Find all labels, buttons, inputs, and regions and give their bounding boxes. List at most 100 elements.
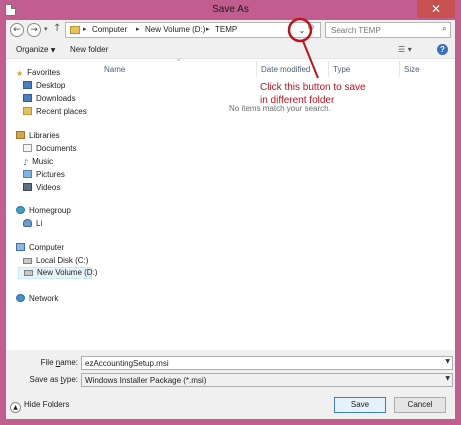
search-icon[interactable]: ⌕ [442,24,447,34]
computer-icon [16,243,25,251]
address-bar[interactable]: ▸ Computer ▸ New Volume (D:) ▸ TEMP ⌄ [65,22,321,38]
forward-button[interactable]: → [27,23,41,37]
sidebar-item-label: Downloads [36,94,76,103]
dialog-footer: ▲ Hide Folders Save Cancel [6,390,455,419]
column-divider[interactable] [328,61,329,77]
filetype-value: Windows Installer Package (*.msi) [85,376,207,385]
homegroup-icon [16,206,25,214]
sidebar-item-label: Videos [36,183,61,192]
column-divider[interactable] [399,61,400,77]
column-header-size[interactable]: Size [404,65,420,74]
filename-field[interactable]: ▼ [81,356,453,370]
save-button[interactable]: Save [334,397,386,413]
chevron-up-icon: ▲ [10,402,21,413]
network-icon [16,294,25,302]
sidebar-item-label: Pictures [36,170,65,179]
downloads-icon [23,94,32,102]
desktop-icon [23,81,32,89]
sidebar-group-label: Network [29,294,59,303]
save-as-dialog: Save As ✕ ← → ▾ ↑ ▸ Computer ▸ New Volum… [0,0,461,425]
annotation-text-line2: in different folder [260,95,335,106]
content-area: ★ Favorites Desktop Downloads Recent plac… [6,58,455,350]
documents-icon [23,144,32,152]
organize-button[interactable]: Organize ▼ [16,45,55,54]
filetype-label: Save as type: [29,375,79,384]
organize-label: Organize [16,45,49,54]
sort-indicator-icon: ^ [176,59,182,66]
hide-folders-button[interactable]: ▲ Hide Folders [10,400,69,413]
sidebar-item-new-volume[interactable]: New Volume (D:) [18,267,97,279]
star-icon: ★ [16,69,24,78]
music-icon: ♪ [23,158,29,167]
sidebar-group-homegroup[interactable]: Homegroup [16,206,71,215]
hide-folders-label: Hide Folders [24,400,70,409]
sidebar-item-label: Desktop [36,81,66,90]
navigation-bar: ← → ▾ ↑ ▸ Computer ▸ New Volume (D:) ▸ T… [6,20,455,42]
videos-icon [23,183,32,191]
chevron-down-icon[interactable]: ▼ [445,358,450,365]
breadcrumb-temp[interactable]: TEMP [215,25,237,34]
sidebar-item-label: Documents [36,144,77,153]
window-title: Save As [212,4,249,15]
up-button[interactable]: ↑ [53,23,61,34]
breadcrumb-separator[interactable]: ▸ [83,25,87,33]
navigation-pane: ★ Favorites Desktop Downloads Recent plac… [6,59,97,351]
new-folder-button[interactable]: New folder [70,45,108,54]
recent-places-icon [23,107,32,115]
sidebar-item-videos[interactable]: Videos [23,183,60,192]
sidebar-group-favorites[interactable]: ★ Favorites [16,68,60,78]
breadcrumb-computer[interactable]: Computer [92,25,127,34]
folder-icon [70,26,80,34]
column-header-type[interactable]: Type [333,65,350,74]
sidebar-group-libraries[interactable]: Libraries [16,131,60,140]
breadcrumb-separator[interactable]: ▸ [206,25,210,33]
column-header-name[interactable]: Name [104,65,125,74]
sidebar-item-label: Recent places [36,107,87,116]
sidebar-item-label: Li [36,219,43,228]
title-bar[interactable]: Save As ✕ [0,0,461,20]
sidebar-item-documents[interactable]: Documents [23,144,76,153]
column-header-date-modified[interactable]: Date modified [261,65,310,74]
search-box[interactable]: ⌕ [325,22,451,38]
recent-locations-dropdown[interactable]: ▾ [44,25,48,33]
pictures-icon [23,170,32,178]
sidebar-item-music[interactable]: ♪ Music [23,157,53,167]
breadcrumb-new-volume[interactable]: New Volume (D:) [145,25,205,34]
sidebar-item-label: New Volume (D:) [37,268,98,277]
sidebar-group-network[interactable]: Network [16,294,58,303]
search-input[interactable] [331,24,431,36]
sidebar-group-label: Homegroup [29,206,71,215]
sidebar-item-recent-places[interactable]: Recent places [23,107,87,116]
sidebar-item-pictures[interactable]: Pictures [23,170,65,179]
sidebar-group-label: Favorites [27,68,61,77]
cancel-button[interactable]: Cancel [394,397,446,413]
sidebar-group-label: Computer [29,243,65,252]
sidebar-item-local-disk[interactable]: Local Disk (C:) [23,256,88,265]
back-button[interactable]: ← [10,23,24,37]
sidebar-item-label: Music [32,157,53,166]
refresh-icon[interactable]: ↻ [307,23,319,35]
filename-label: File name: [40,358,78,367]
sidebar-item-desktop[interactable]: Desktop [23,81,65,90]
help-icon[interactable]: ? [437,44,448,55]
filetype-select[interactable]: Windows Installer Package (*.msi) ▼ [81,373,453,387]
sidebar-group-computer[interactable]: Computer [16,243,64,252]
column-divider[interactable] [256,61,257,77]
chevron-down-icon[interactable]: ▼ [445,375,450,382]
filename-input[interactable] [85,358,425,368]
sidebar-item-label: Local Disk (C:) [36,256,89,265]
change-view-button[interactable]: ☰ ▾ [398,45,412,54]
chevron-down-icon: ▼ [50,47,56,54]
user-icon [23,219,32,227]
command-bar: Organize ▼ New folder ☰ ▾ ? [6,42,455,58]
annotation-text-line1: Click this button to save [260,82,366,93]
library-icon [16,131,25,139]
drive-icon [24,270,33,276]
dialog-client: ← → ▾ ↑ ▸ Computer ▸ New Volume (D:) ▸ T… [6,20,455,419]
breadcrumb-separator[interactable]: ▸ [136,25,140,33]
sidebar-item-li[interactable]: Li [23,219,42,228]
drive-icon [23,258,32,264]
save-form: File name: ▼ Save as type: Windows Insta… [6,350,455,390]
close-button[interactable]: ✕ [417,0,455,18]
sidebar-item-downloads[interactable]: Downloads [23,94,76,103]
